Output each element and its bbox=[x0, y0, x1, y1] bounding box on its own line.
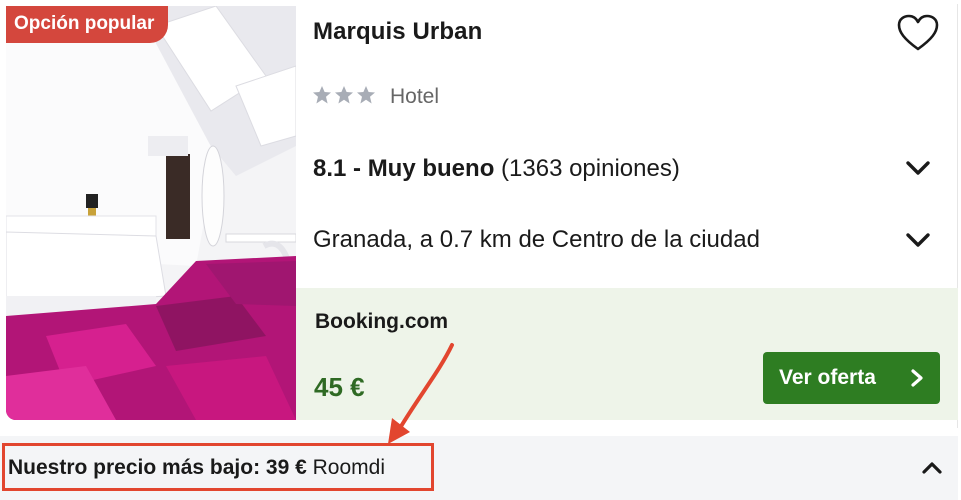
review-summary[interactable]: 8.1 - Muy bueno (1363 opiniones) bbox=[313, 155, 680, 183]
hotel-location[interactable]: Granada, a 0.7 km de Centro de la ciudad bbox=[313, 226, 760, 254]
chevron-down-icon[interactable] bbox=[904, 230, 932, 250]
offer-provider: Booking.com bbox=[315, 310, 449, 333]
hotel-room-image bbox=[6, 6, 296, 420]
offer-panel: Booking.com 45 € Ver oferta bbox=[296, 288, 958, 420]
rating-score: 8.1 - Muy bueno bbox=[313, 155, 495, 182]
hotel-photo[interactable]: Opción popular bbox=[6, 6, 296, 420]
star-rating bbox=[312, 85, 376, 105]
star-icon bbox=[313, 86, 331, 104]
lowest-price-bar[interactable]: Nuestro precio más bajo: 39 € Roomdi bbox=[0, 436, 958, 500]
offer-price: 45 € bbox=[314, 372, 365, 402]
lowest-price-label: Nuestro precio más bajo: 39 € bbox=[8, 456, 307, 479]
hotel-card: Opción popular Marquis Urban Hotel 8.1 -… bbox=[0, 0, 961, 500]
review-count: (1363 opiniones) bbox=[501, 155, 680, 182]
lowest-price-provider: Roomdi bbox=[312, 456, 385, 479]
chevron-down-icon[interactable] bbox=[904, 158, 932, 178]
star-icon bbox=[335, 86, 353, 104]
lowest-price-text: Nuestro precio más bajo: 39 € Roomdi bbox=[8, 456, 385, 480]
chevron-up-icon[interactable] bbox=[921, 460, 943, 476]
hotel-name[interactable]: Marquis Urban bbox=[313, 18, 482, 46]
view-offer-button[interactable]: Ver oferta bbox=[763, 352, 940, 404]
chevron-right-icon bbox=[911, 369, 923, 387]
heart-icon[interactable] bbox=[896, 13, 940, 53]
accommodation-type: Hotel bbox=[390, 85, 440, 108]
star-icon bbox=[357, 86, 375, 104]
view-offer-label: Ver oferta bbox=[779, 366, 876, 389]
popular-badge: Opción popular bbox=[6, 6, 169, 43]
